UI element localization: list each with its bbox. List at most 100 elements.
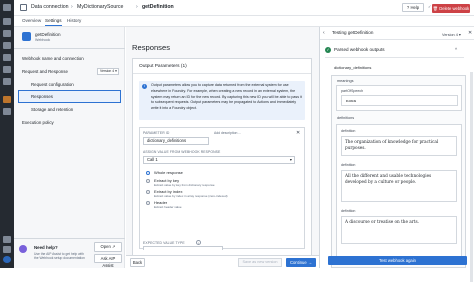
avatar[interactable]: [3, 256, 11, 263]
breadcrumb-data-connection[interactable]: Data connection: [31, 4, 69, 10]
definition-value: A discourse or treatise on the arts.: [341, 216, 457, 244]
files-icon[interactable]: [3, 30, 11, 37]
definition-label: definition: [341, 163, 356, 167]
success-check-icon: ✓: [325, 47, 331, 53]
need-help-title: Need help?: [34, 245, 58, 250]
breadcrumb-current: getDefinition: [142, 4, 174, 10]
radio-extract-by-index[interactable]: [146, 190, 150, 194]
sidebar-item-request-response[interactable]: Request and Response: [22, 69, 68, 74]
definition-value: All the different and usable technologie…: [341, 170, 457, 202]
breadcrumb-separator-icon: ›: [136, 4, 138, 10]
help-icon[interactable]: [3, 246, 11, 253]
output-parameters-card: Output Parameters (1) i Output parameter…: [132, 58, 312, 268]
apps-icon[interactable]: [3, 78, 11, 85]
webhook-name: getDefinition: [35, 32, 61, 37]
notifications-icon[interactable]: [3, 108, 11, 115]
help-icon: ?: [406, 5, 410, 10]
definition-value: The organization of knowledge for practi…: [341, 136, 457, 156]
divider: [14, 48, 125, 49]
option-extract-by-key-help: Extract value by key from dictionary res…: [154, 183, 215, 187]
version-select[interactable]: Version 4 ▾: [442, 32, 461, 37]
delete-webhook-button[interactable]: 🗑 Delete webhook: [432, 4, 470, 13]
info-icon: i: [196, 240, 201, 245]
info-callout: i Output parameters allow you to capture…: [139, 81, 305, 120]
ask-aip-assist-button[interactable]: Ask AIP Assist: [94, 254, 122, 268]
tab-settings[interactable]: Settings: [45, 18, 62, 26]
data-connection-icon[interactable]: [3, 96, 11, 103]
arrow-right-icon: →: [307, 260, 313, 265]
page-title: Responses: [132, 43, 170, 52]
test-panel-title: Testing getDefinition: [332, 30, 374, 35]
test-panel: ‹ Testing getDefinition ✕ Version 4 ▾ ✓ …: [319, 27, 474, 282]
responses-panel: Responses Output Parameters (1) i Output…: [126, 27, 319, 268]
recent-icon[interactable]: [3, 42, 11, 49]
definition-label: definition: [341, 209, 356, 213]
settings-sidebar: getDefinition Webhook Webhook name and c…: [14, 27, 125, 268]
parsed-outputs-title: Parsed webhook outputs: [334, 47, 385, 52]
radio-whole-response[interactable]: [146, 171, 150, 175]
chevron-left-icon[interactable]: ‹: [323, 30, 325, 36]
definition-label: definition: [341, 129, 356, 133]
add-description-link[interactable]: Add description ...: [214, 131, 241, 135]
radio-extract-by-key[interactable]: [146, 179, 150, 183]
collapse-icon[interactable]: ^: [455, 47, 457, 52]
call-select[interactable]: Call 1 ▾: [143, 156, 295, 164]
need-help-text: Use the AIP Assist to get help with the …: [34, 252, 85, 260]
left-navigation: [0, 0, 14, 268]
info-text: Output parameters allow you to capture d…: [151, 83, 302, 111]
parameter-card: PARAMETER ID Add description ... ✕ dicti…: [139, 127, 305, 250]
data-connection-icon: [20, 4, 27, 11]
part-of-speech-label: partOfSpeech: [341, 89, 364, 93]
divider: [325, 57, 464, 58]
check-icon: ✓: [428, 4, 432, 9]
sidebar-item-storage[interactable]: Storage and retention: [31, 107, 73, 112]
sidebar-item-responses: Responses: [31, 94, 53, 99]
option-header-help: Extract header value: [154, 205, 182, 209]
open-button[interactable]: Open ↗: [94, 242, 122, 252]
part-of-speech-value: noun: [341, 95, 458, 106]
save-as-new-version-button[interactable]: Save as new version: [238, 258, 282, 267]
footer-bar: Back Save as new version Continue →: [126, 255, 319, 268]
tab-history[interactable]: History: [67, 18, 81, 23]
expected-value-type-label: EXPECTED VALUE TYPE: [143, 241, 185, 245]
sidebar-item-execution-policy[interactable]: Execution policy: [22, 120, 54, 125]
radio-header[interactable]: [146, 201, 150, 205]
expected-value-type-select[interactable]: [143, 246, 223, 250]
home-icon[interactable]: [3, 4, 11, 11]
divider: [14, 238, 125, 239]
option-whole-response-label: Whole response: [154, 170, 183, 175]
settings-icon[interactable]: [3, 236, 11, 243]
divider: [133, 73, 311, 74]
back-button[interactable]: Back: [130, 258, 145, 267]
sidebar-item-request-configuration[interactable]: Request configuration: [31, 82, 74, 87]
output-parameters-title: Output Parameters (1): [139, 64, 187, 69]
definitions-list: definition The organization of knowledge…: [336, 124, 462, 262]
parameter-id-input[interactable]: dictionary_definitions: [143, 137, 209, 145]
remove-parameter-icon[interactable]: ✕: [296, 130, 300, 136]
projects-icon[interactable]: [3, 66, 11, 73]
info-icon: i: [142, 84, 147, 89]
assign-value-label: ASSIGN VALUE FROM WEBHOOK RESPONSE: [143, 150, 221, 154]
definitions-label: definitions: [337, 116, 355, 120]
continue-button[interactable]: Continue →: [286, 258, 316, 267]
sidebar-item-webhook-name[interactable]: Webhook name and connection: [22, 56, 84, 61]
option-extract-by-index-help: Extract value by index in array response…: [154, 194, 228, 198]
tab-overview[interactable]: Overview: [22, 18, 41, 23]
webhook-type: Webhook: [35, 38, 51, 42]
search-icon[interactable]: [3, 18, 11, 25]
help-button[interactable]: ? Help: [402, 3, 424, 12]
chevron-down-icon: ▾: [289, 157, 292, 162]
scrollbar[interactable]: [470, 72, 473, 282]
parameter-id-label: PARAMETER ID: [143, 131, 170, 135]
part-of-speech-card: partOfSpeech noun: [336, 85, 462, 111]
top-bar: Data connection › MyDictionarySource › g…: [14, 0, 474, 16]
breadcrumb-separator-icon: ›: [71, 4, 73, 10]
output-parameter-name: dictionary_definitions: [334, 65, 372, 70]
version-select[interactable]: Version 4 ▾: [97, 68, 119, 75]
test-webhook-again-button[interactable]: Test webhook again: [328, 256, 467, 265]
meanings-label: meanings: [337, 79, 354, 83]
close-icon[interactable]: ✕: [468, 30, 472, 36]
breadcrumb-source[interactable]: MyDictionarySource: [77, 4, 123, 10]
favorites-icon[interactable]: [3, 54, 11, 61]
sidebar-item-responses-selected[interactable]: Responses: [18, 90, 121, 103]
